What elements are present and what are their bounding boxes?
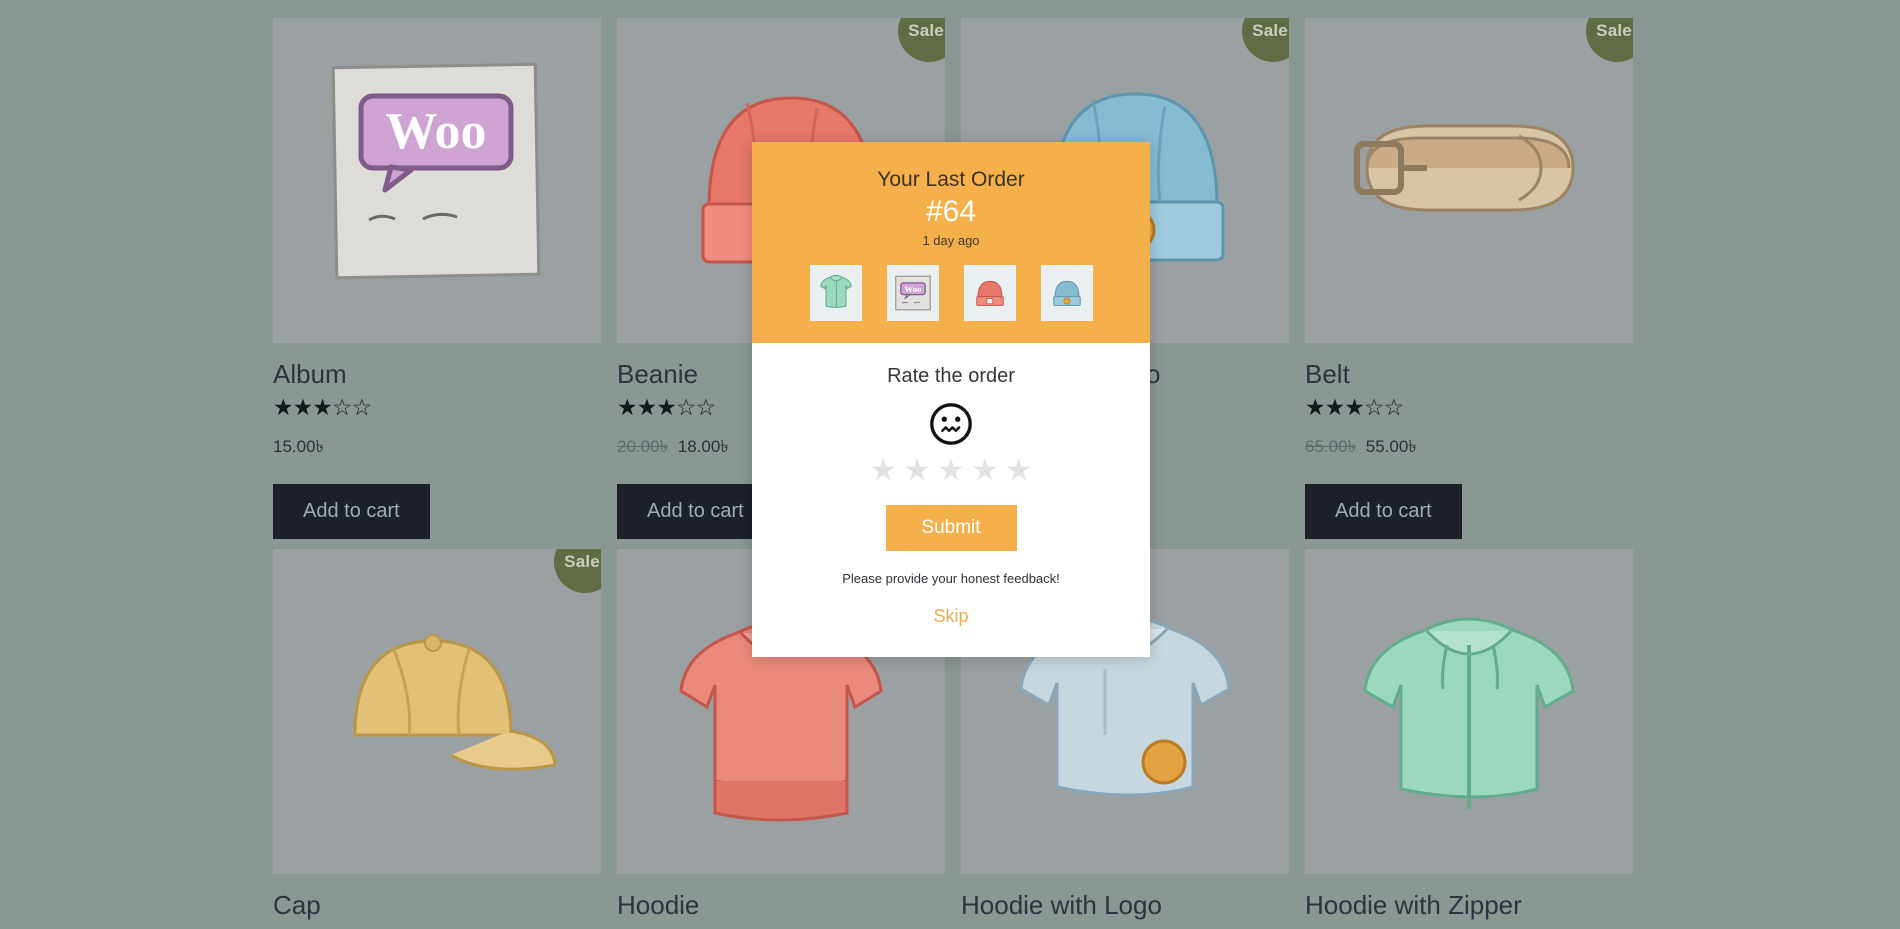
modal-header: Your Last Order #64 1 day ago Woo <box>752 142 1150 343</box>
product-thumbnail-album[interactable]: Woo <box>273 18 601 343</box>
rate-order-heading: Rate the order <box>887 365 1015 387</box>
product-price: 65.00৳ 55.00৳ <box>1305 434 1633 462</box>
add-to-cart-button[interactable]: Add to cart <box>273 483 430 539</box>
order-thumb-green-hoodie[interactable] <box>809 265 862 321</box>
green-hoodie-icon <box>1305 548 1633 874</box>
svg-text:Woo: Woo <box>385 103 486 160</box>
belt-icon <box>1305 18 1633 343</box>
blue-beanie-thumb-icon <box>1052 280 1081 306</box>
star-5[interactable]: ★ <box>1005 456 1032 486</box>
product-price: 15.00৳ <box>273 434 601 462</box>
price-current: 15.00৳ <box>273 436 325 456</box>
product-title: Hoodie with Zipper <box>1305 889 1522 920</box>
product-thumbnail-cap[interactable]: Sale! <box>273 548 601 874</box>
submit-button[interactable]: Submit <box>885 505 1017 551</box>
star-3[interactable]: ★ <box>938 456 965 486</box>
svg-text:Woo: Woo <box>904 284 922 294</box>
product-title: Belt <box>1305 359 1350 389</box>
price-original: 65.00৳ <box>1305 436 1357 456</box>
product-card-album[interactable]: Woo Album ★★★☆☆ 15.00৳ Add to cart <box>273 18 601 549</box>
add-to-cart-button[interactable]: Add to cart <box>617 483 774 539</box>
product-title: Hoodie with Logo <box>961 889 1162 920</box>
modal-body: Rate the order ★ ★ ★ ★ ★ Submit Please p… <box>752 343 1150 657</box>
product-rating: ★★★☆☆ <box>273 393 372 420</box>
order-item-thumbnails: Woo <box>774 265 1128 321</box>
product-title: Album <box>273 359 347 389</box>
order-thumb-blue-beanie[interactable] <box>1040 265 1093 321</box>
order-time-ago: 1 day ago <box>922 233 980 248</box>
product-card-hoodie-with-zipper[interactable]: Hoodie with Zipper <box>1305 548 1633 929</box>
feedback-hint: Please provide your honest feedback! <box>842 571 1060 586</box>
product-rating: ★★★☆☆ <box>1305 393 1404 420</box>
price-current: 18.00৳ <box>677 436 729 456</box>
add-to-cart-button[interactable]: Add to cart <box>1305 483 1462 539</box>
price-current: 55.00৳ <box>1365 436 1417 456</box>
product-title: Hoodie <box>617 889 700 920</box>
product-title: Cap <box>273 889 321 920</box>
mood-indicator <box>774 400 1128 448</box>
green-hoodie-thumb-icon <box>819 274 852 308</box>
modal-title: Your Last Order <box>877 168 1025 191</box>
product-card-cap[interactable]: Sale! Cap <box>273 548 601 929</box>
woo-album-thumb-icon: Woo <box>894 275 931 311</box>
star-rating-input[interactable]: ★ ★ ★ ★ ★ <box>774 456 1128 486</box>
order-thumb-woo-album[interactable]: Woo <box>886 265 939 321</box>
product-thumbnail-belt[interactable]: Sale! <box>1305 18 1633 343</box>
order-thumb-red-beanie[interactable] <box>963 265 1016 321</box>
skip-link[interactable]: Skip <box>933 606 968 627</box>
cap-icon <box>273 548 601 874</box>
product-thumbnail-hoodie-with-zipper[interactable] <box>1305 548 1633 874</box>
woo-album-icon: Woo <box>273 18 601 343</box>
confused-face-icon <box>930 403 972 445</box>
product-card-belt[interactable]: Sale! Belt ★★★☆☆ 65.00৳ 55.00৳ Add to ca… <box>1305 18 1633 549</box>
star-4[interactable]: ★ <box>971 456 998 486</box>
price-original: 20.00৳ <box>617 436 669 456</box>
last-order-rating-modal: Your Last Order #64 1 day ago Woo Rate t… <box>752 142 1150 657</box>
red-beanie-thumb-icon <box>975 280 1004 306</box>
star-2[interactable]: ★ <box>904 456 931 486</box>
order-number: #64 <box>925 195 977 228</box>
star-1[interactable]: ★ <box>870 456 897 486</box>
